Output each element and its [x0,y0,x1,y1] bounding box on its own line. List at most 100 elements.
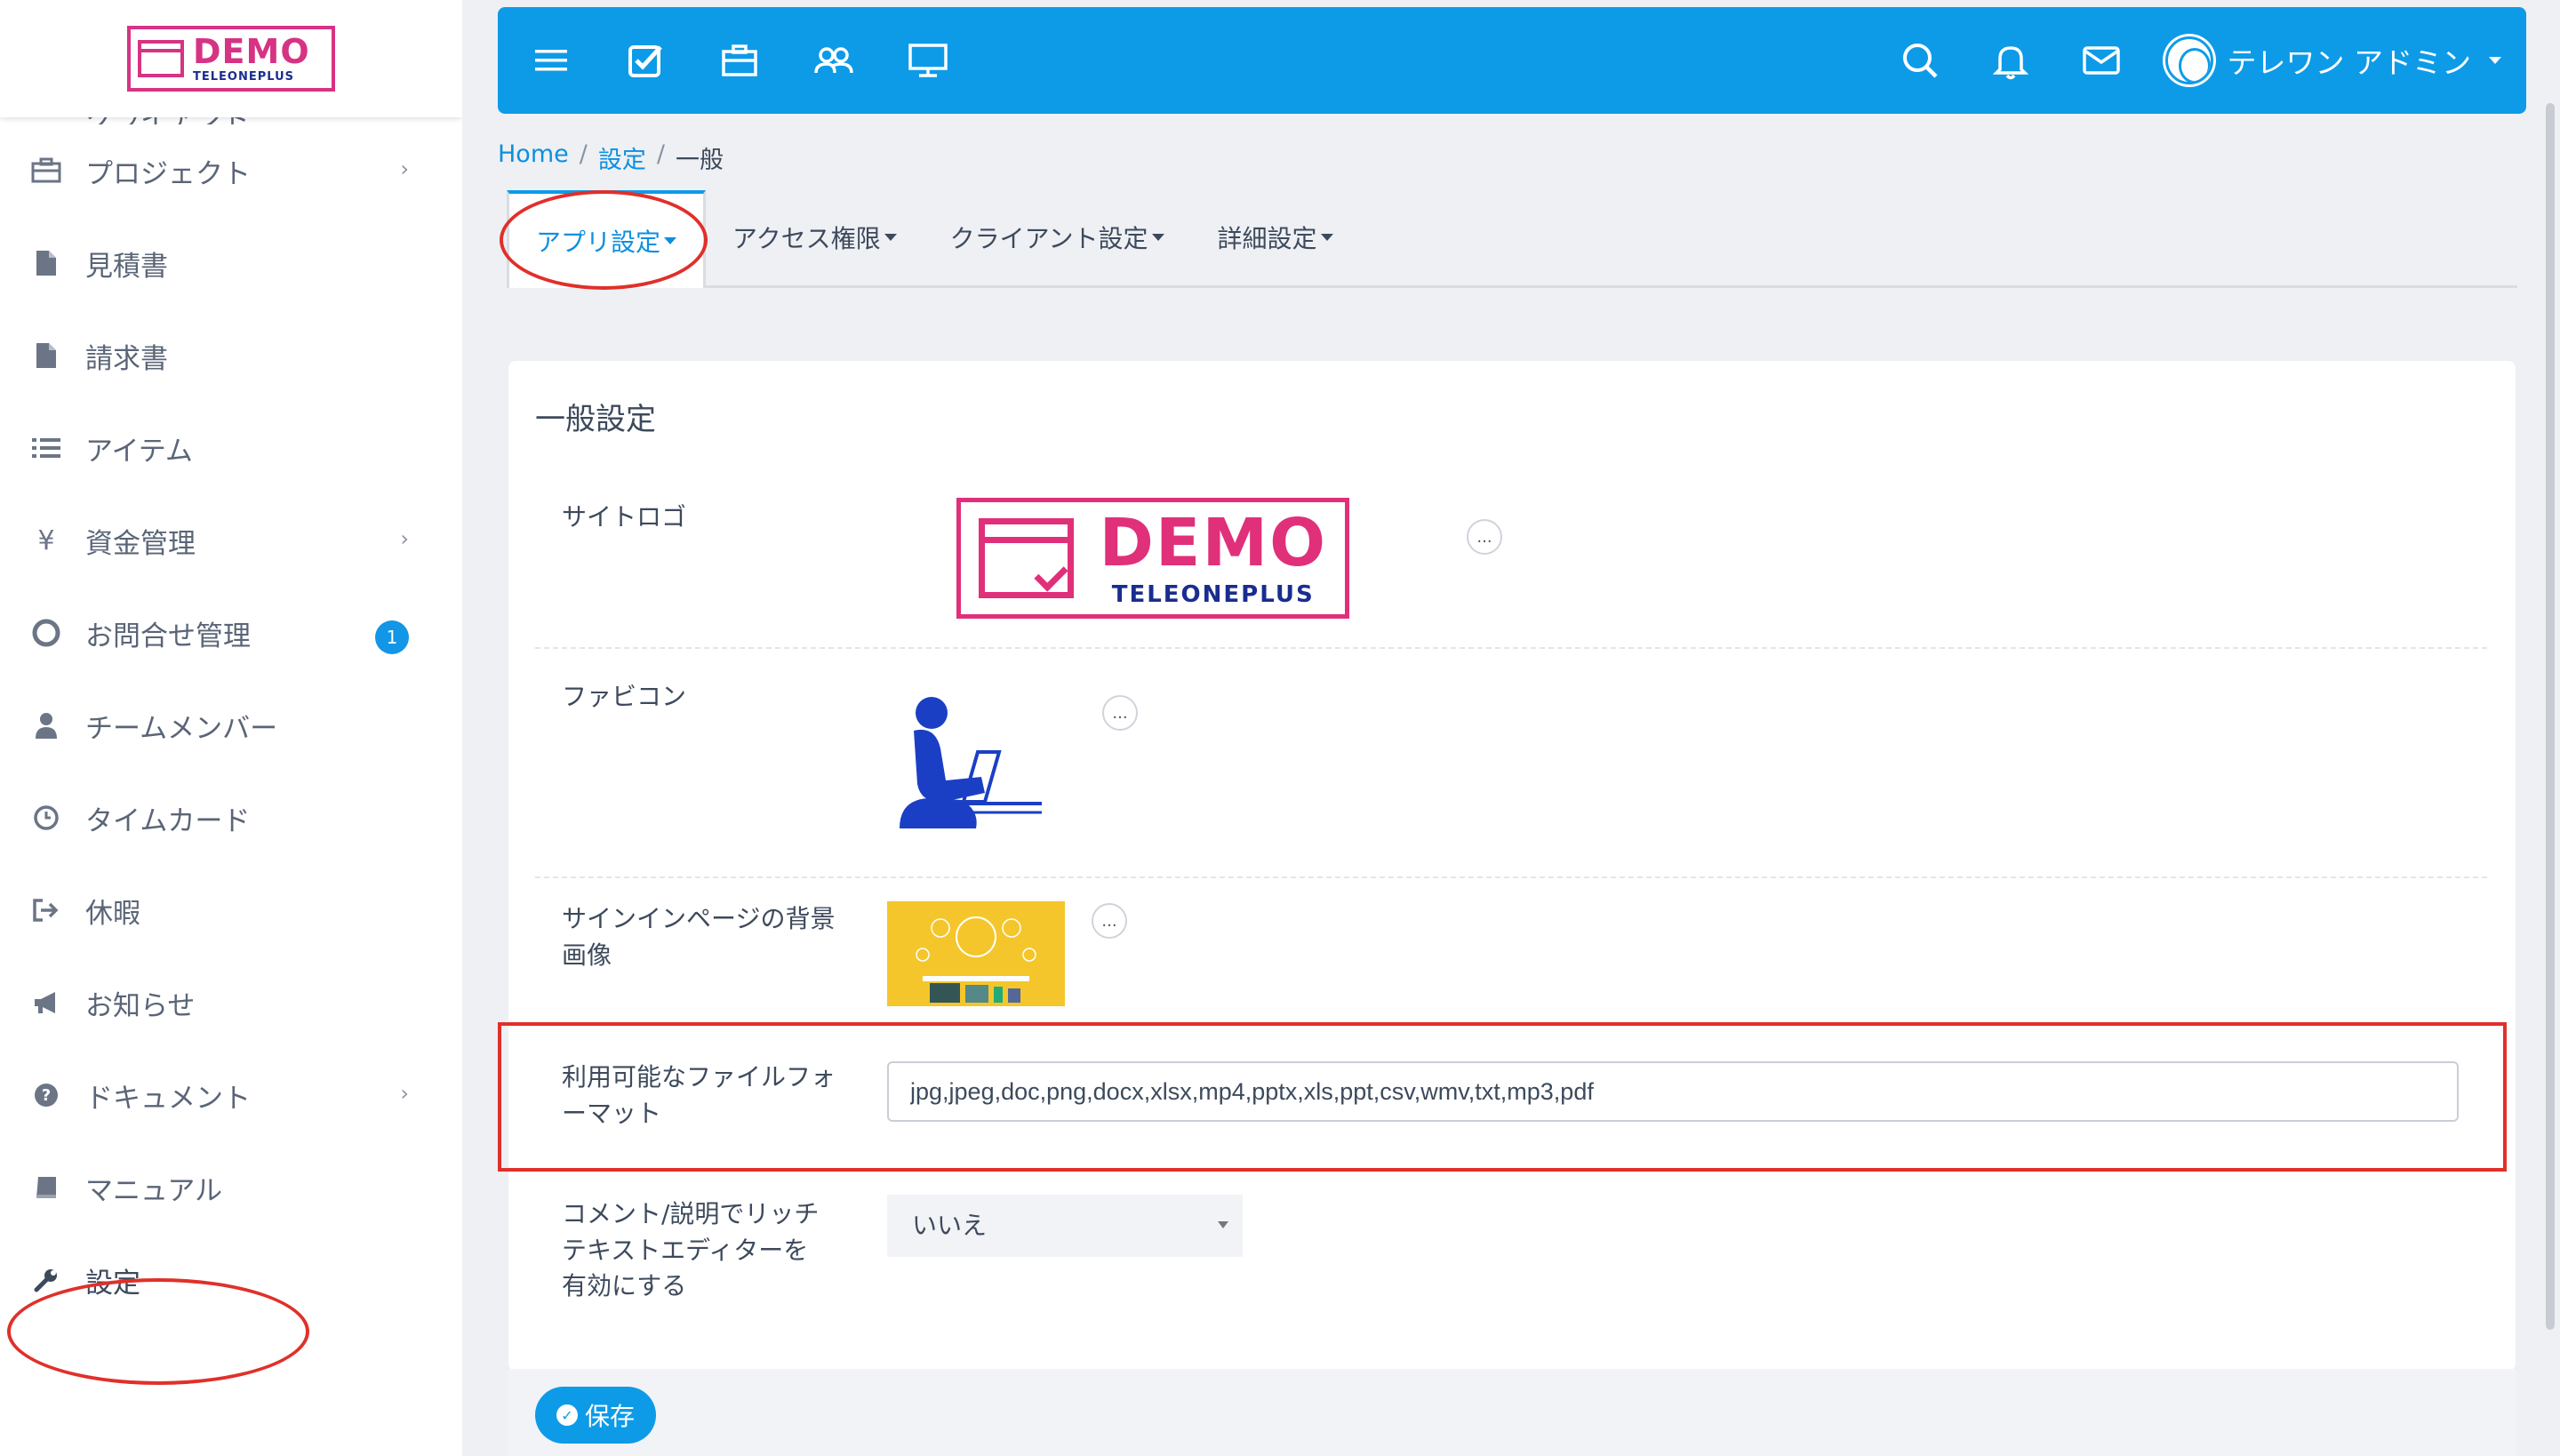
sidebar-item-label: アイテム [85,435,193,468]
breadcrumb: Home / 設定 / 一般 [498,140,724,175]
favicon-image [900,697,1042,828]
list-icon [30,432,62,464]
svg-text:?: ? [42,1086,51,1105]
select-value: いいえ [912,1211,988,1240]
signin-background-upload-button[interactable]: ... [1092,903,1127,939]
hamburger-menu-icon[interactable] [524,34,578,87]
monitor-icon[interactable] [901,34,955,87]
sidebar-item-settings[interactable]: 設定 [0,1234,462,1326]
sidebar-item-manual[interactable]: マニュアル [0,1141,462,1234]
save-button-label: 保存 [584,1402,635,1431]
favicon-row: ファビコン [535,649,2487,878]
sidebar-item-finance[interactable]: ¥ 資金管理 › [0,494,462,587]
sidebar-item-timecards[interactable]: タイムカード [0,772,462,864]
favicon-upload-button[interactable]: ... [1102,695,1138,731]
tab-label: アクセス権限 [732,224,881,253]
signout-icon [30,894,62,926]
check-circle-icon: ✓ [556,1404,578,1426]
search-icon[interactable] [1893,34,1947,87]
file-formats-input[interactable] [887,1061,2459,1122]
file-icon [30,340,62,372]
caret-down-icon [1320,234,1333,241]
tab-app-settings[interactable]: アプリ設定 [507,190,707,288]
general-settings-panel: 一般設定 サイトロゴ DEMO TELEONEPLUS ... ファビコン ..… [508,361,2516,1371]
save-button[interactable]: ✓ 保存 [535,1387,656,1444]
top-navbar: テレワン アドミン [498,7,2526,114]
sidebar-item-label: お知らせ [85,989,196,1022]
sidebar-item-label: タイムカード [85,804,251,837]
user-name: テレワン アドミン [2227,45,2472,80]
logo-text: DEMO [193,32,310,71]
logo-text: DEMO [1099,505,1327,581]
sidebar-menu: クライアント プロジェクト › 見積書 請求書 アイテム [0,89,462,1326]
sidebar-item-estimates[interactable]: 見積書 [0,217,462,309]
sidebar-item-label: プロジェクト [85,157,251,190]
page-scrollbar[interactable] [2546,103,2555,1330]
brand-logo[interactable]: DEMO TELEONEPLUS [127,26,335,92]
breadcrumb-home-link[interactable]: Home [498,140,569,175]
sidebar-item-label: ドキュメント [85,1082,251,1115]
chevron-right-icon: › [400,1081,409,1106]
sidebar-item-label: お問合せ管理 [85,620,251,652]
rich-text-editor-select[interactable]: いいえ [887,1195,1243,1257]
logo-subtext: TELEONEPLUS [193,70,294,84]
caret-down-icon [1151,234,1164,241]
bell-icon[interactable] [1984,34,2037,87]
briefcase-icon [30,155,62,187]
question-icon: ? [30,1079,62,1111]
tab-access-permissions[interactable]: アクセス権限 [706,189,924,285]
signin-background-row: サインインページの背景画像 [535,878,2487,1022]
briefcase-icon[interactable] [713,34,766,87]
tab-advanced-settings[interactable]: 詳細設定 [1191,189,1360,285]
chevron-right-icon: › [400,156,409,181]
checkbox-tasks-icon[interactable] [619,34,672,87]
breadcrumb-settings-link[interactable]: 設定 [598,140,646,175]
sidebar-item-label: マニュアル [85,1174,223,1207]
logo-subtext: TELEONEPLUS [1111,581,1315,608]
site-logo-upload-button[interactable]: ... [1467,519,1502,555]
breadcrumb-separator: / [656,140,665,168]
settings-tabs: アプリ設定 アクセス権限 クライアント設定 詳細設定 [507,189,2517,288]
site-logo-row: サイトロゴ [535,466,2487,649]
panel-title: 一般設定 [535,402,656,437]
caret-down-icon [664,237,677,244]
sidebar-item-tickets[interactable]: お問合せ管理 1 [0,587,462,679]
brand-header[interactable]: DEMO TELEONEPLUS [0,0,462,117]
mail-icon[interactable] [2075,34,2128,87]
clock-icon [30,802,62,834]
user-menu-dropdown[interactable]: テレワン アドミン [2164,36,2501,84]
site-logo-label: サイトロゴ [562,502,687,532]
user-avatar[interactable] [2164,36,2213,84]
sidebar-item-label: 設定 [85,1267,140,1300]
tab-client-settings[interactable]: クライアント設定 [924,189,1191,285]
caret-down-icon [884,234,897,241]
panel-footer [508,1369,2516,1456]
caret-down-icon [2489,57,2501,64]
sidebar-item-projects[interactable]: プロジェクト › [0,124,462,217]
sidebar-item-leave[interactable]: 休暇 [0,864,462,956]
site-logo-image: DEMO TELEONEPLUS [956,498,1349,619]
notification-badge: 1 [375,620,409,654]
megaphone-icon [30,987,62,1019]
logo-window-check-icon [979,518,1075,598]
user-icon [30,709,62,741]
sidebar-item-team-members[interactable]: チームメンバー [0,679,462,772]
tab-label: クライアント設定 [949,224,1148,253]
team-users-icon[interactable] [807,34,860,87]
signin-background-label: サインインページの背景画像 [562,904,836,970]
sidebar-item-documents[interactable]: ? ドキュメント › [0,1049,462,1141]
sidebar: DEMO TELEONEPLUS クライアント プロジェクト › 見積書 [0,0,462,1456]
sidebar-item-label: 資金管理 [85,527,196,560]
tab-label: アプリ設定 [536,228,661,257]
sidebar-item-announcements[interactable]: お知らせ [0,956,462,1049]
sidebar-item-items[interactable]: アイテム [0,402,462,494]
file-icon [30,247,62,279]
sidebar-item-label: 休暇 [85,897,140,930]
rich-text-editor-label: コメント/説明でリッチテキストエディターを有効にする [562,1199,820,1301]
book-icon [30,1172,62,1204]
yen-icon: ¥ [37,524,55,556]
sidebar-item-invoices[interactable]: 請求書 [0,309,462,402]
sidebar-item-label: 見積書 [85,250,168,283]
lifebuoy-icon [30,617,62,649]
breadcrumb-current: 一般 [675,147,724,174]
